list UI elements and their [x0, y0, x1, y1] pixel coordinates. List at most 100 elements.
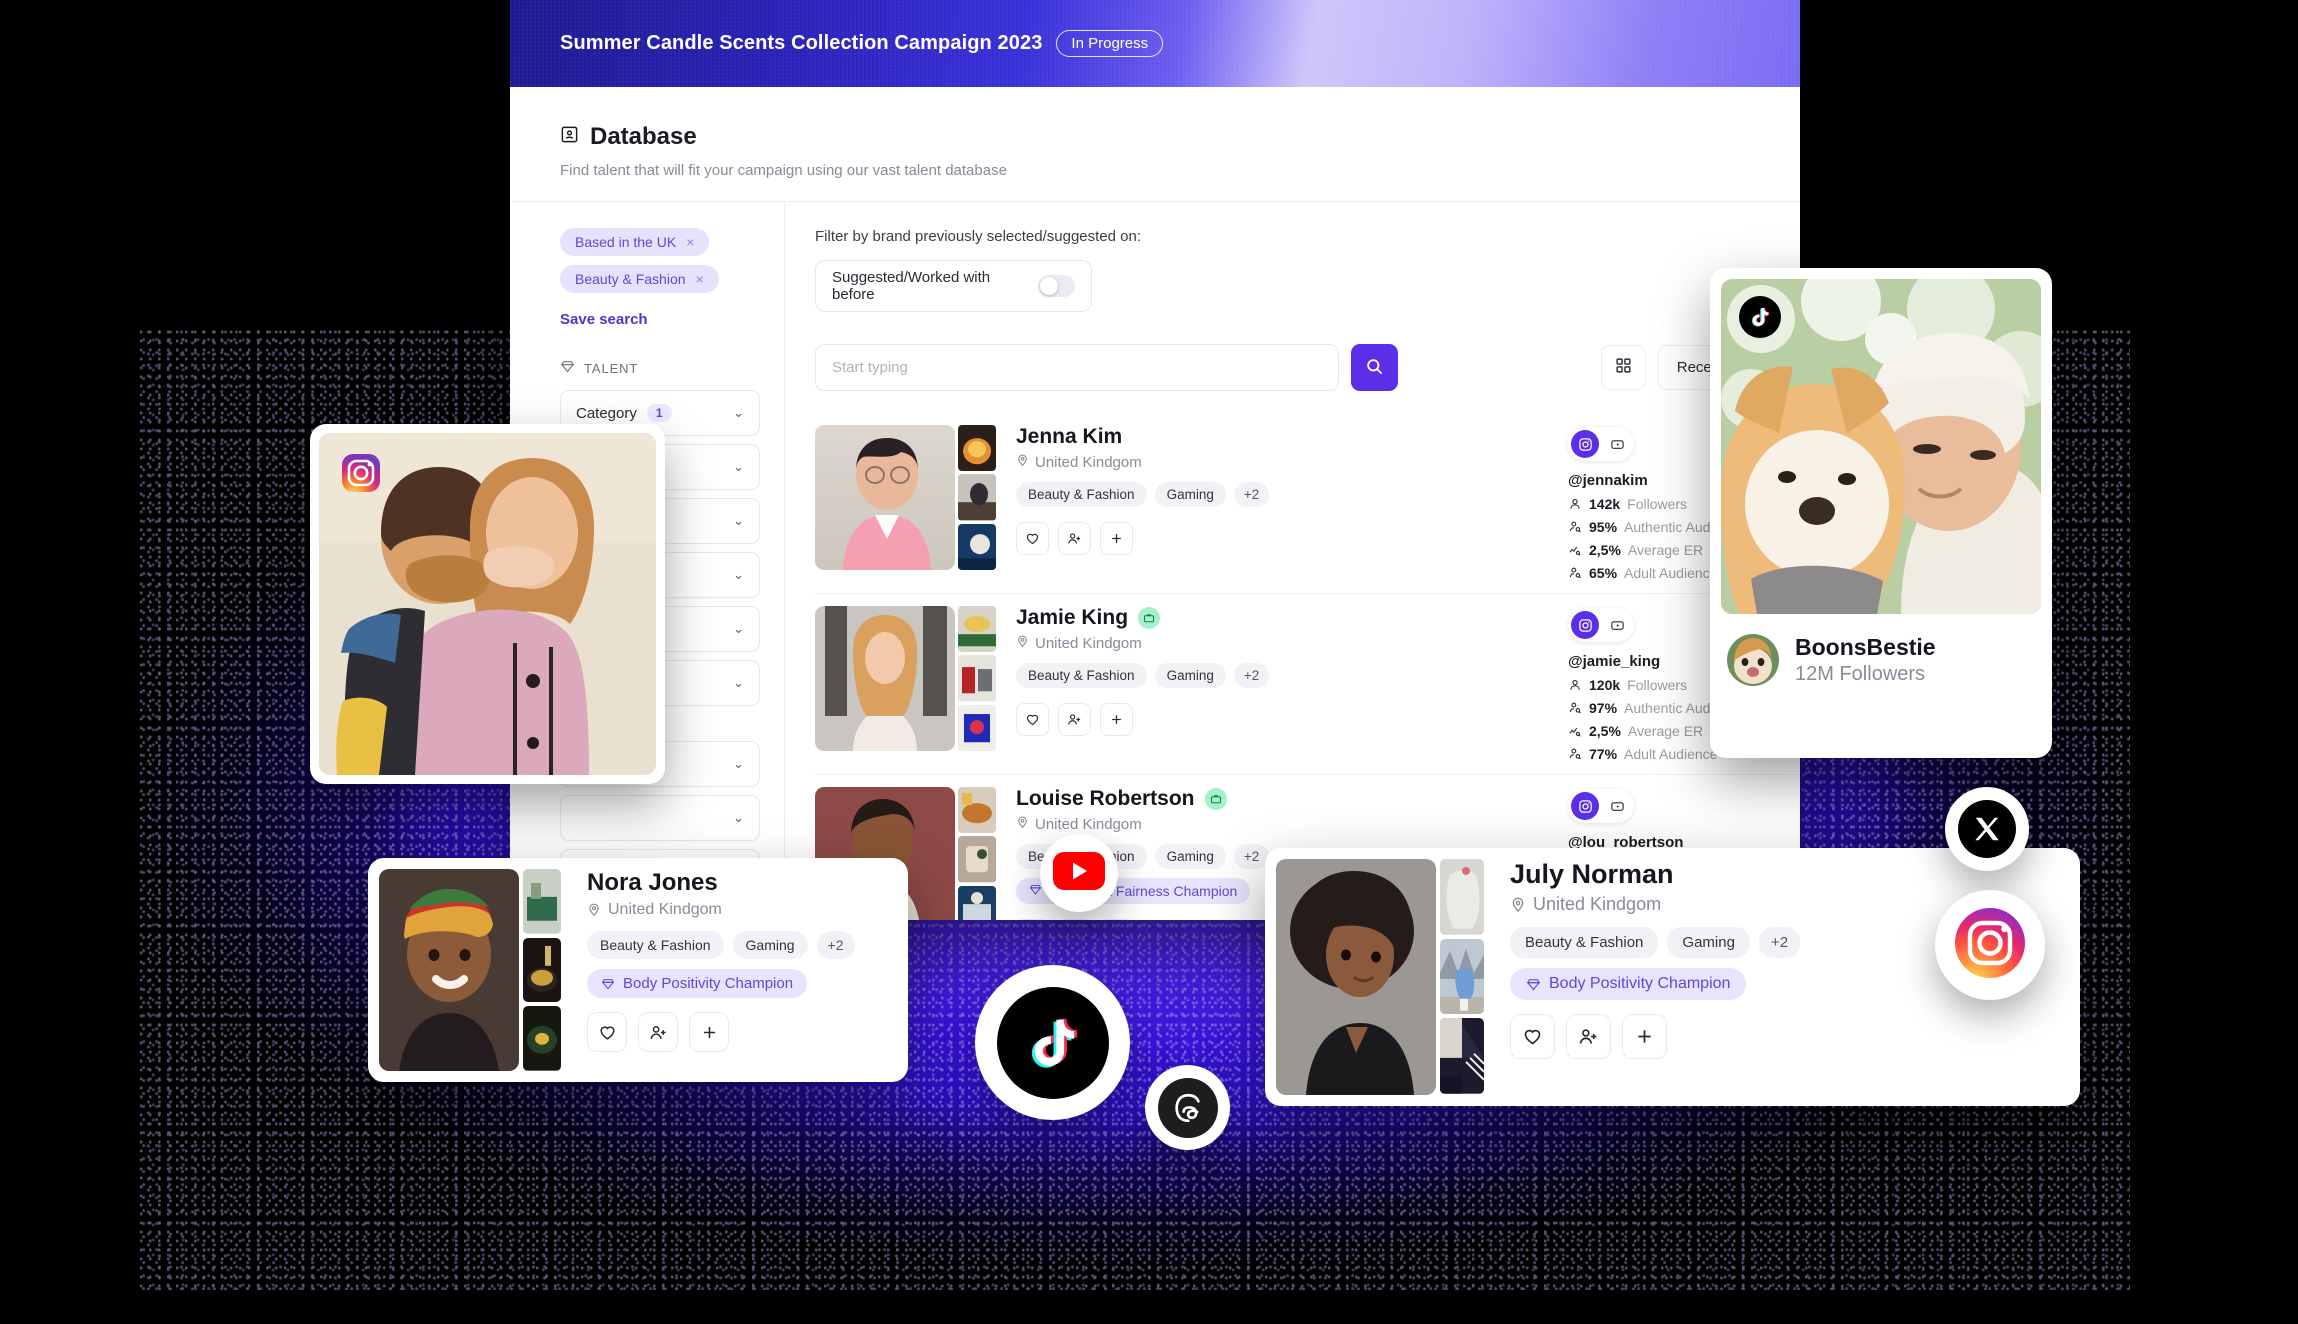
- talent-card[interactable]: Jenna Kim United Kindgom Beauty & Fashio…: [815, 413, 1800, 594]
- talent-tag: Gaming: [1154, 482, 1226, 507]
- add-button[interactable]: [1622, 1014, 1667, 1059]
- talent-actions: [1510, 1014, 2069, 1059]
- database-section: Database Find talent that will fit your …: [510, 87, 1800, 202]
- talent-section-header: TALENT: [560, 359, 760, 377]
- favorite-button[interactable]: [1510, 1014, 1555, 1059]
- add-button[interactable]: [1100, 703, 1133, 736]
- x-bubble[interactable]: [1945, 787, 2029, 871]
- talent-section-label: TALENT: [584, 360, 639, 376]
- instagram-icon[interactable]: [1571, 792, 1599, 820]
- talent-tag: Gaming: [732, 931, 808, 959]
- filter-chip-label: Beauty & Fashion: [575, 271, 686, 287]
- search-row: Recently added: [815, 344, 1800, 391]
- youtube-icon[interactable]: [1603, 792, 1631, 820]
- talent-card[interactable]: Jamie King United Kindgom Beauty & Fashi…: [815, 594, 1800, 775]
- tiktok-bubble[interactable]: [975, 965, 1130, 1120]
- thumbnail: [1440, 1018, 1484, 1095]
- favorite-button[interactable]: [1016, 703, 1049, 736]
- youtube-icon[interactable]: [1603, 611, 1631, 639]
- save-search-link[interactable]: Save search: [560, 311, 760, 328]
- platform-toggle-group[interactable]: [1568, 608, 1634, 642]
- talent-tag-more[interactable]: +2: [1233, 663, 1270, 688]
- instagram-bubble[interactable]: [1935, 890, 2045, 1000]
- search-icon: [1365, 357, 1384, 379]
- suggested-toggle-row[interactable]: Suggested/Worked with before: [815, 260, 1092, 312]
- thumbnail: [1440, 938, 1484, 1015]
- instagram-icon[interactable]: [1571, 611, 1599, 639]
- filter-select[interactable]: ⌄: [560, 795, 760, 841]
- add-to-list-button[interactable]: [638, 1012, 678, 1052]
- talent-thumbnails: [815, 606, 996, 751]
- creator-followers: 12M Followers: [1795, 663, 1926, 685]
- favorite-button[interactable]: [587, 1012, 627, 1052]
- chevron-down-icon: ⌄: [733, 621, 744, 636]
- location-pin-icon: [1512, 897, 1524, 912]
- add-to-list-button[interactable]: [1058, 919, 1091, 920]
- stat-value: 65%: [1589, 565, 1618, 581]
- stat-value: 142k: [1589, 496, 1621, 512]
- thumbnail: [958, 704, 996, 751]
- champion-badge: Body Positivity Champion: [587, 969, 808, 998]
- database-icon: [560, 125, 579, 149]
- talent-tags: Beauty & Fashion Gaming +2: [1016, 482, 1568, 507]
- talent-tags: Beauty & Fashion Gaming +2: [1016, 663, 1568, 688]
- talent-name: Nora Jones: [587, 869, 718, 896]
- talent-mini-thumbnails: [523, 869, 561, 1072]
- diamond-icon: [601, 978, 615, 989]
- filter-chip[interactable]: Beauty & Fashion ×: [560, 265, 719, 293]
- instagram-icon[interactable]: [1571, 430, 1599, 458]
- page-title: Database: [590, 123, 697, 150]
- search-input[interactable]: [815, 344, 1339, 391]
- add-to-list-button[interactable]: [1058, 522, 1091, 555]
- talent-location: United Kindgom: [1016, 816, 1568, 833]
- talent-tag-more[interactable]: +2: [1233, 482, 1270, 507]
- thumbnail: [523, 937, 561, 1003]
- talent-tag-more[interactable]: +2: [1233, 844, 1270, 869]
- favorite-button[interactable]: [1016, 919, 1049, 920]
- floating-talent-card-nora[interactable]: Nora Jones United Kindgom Beauty & Fashi…: [368, 858, 908, 1082]
- talent-tag-more[interactable]: +2: [1758, 927, 1801, 958]
- floating-instagram-post-card[interactable]: [310, 424, 665, 784]
- talent-photo: [815, 425, 955, 570]
- platform-toggle-group[interactable]: [1568, 789, 1634, 823]
- threads-bubble[interactable]: [1145, 1065, 1230, 1150]
- suggested-toggle-switch[interactable]: [1038, 275, 1075, 297]
- diamond-icon: [560, 359, 575, 377]
- youtube-bubble[interactable]: [1040, 834, 1118, 912]
- talent-location: United Kindgom: [1016, 635, 1568, 652]
- thumbnail: [1440, 859, 1484, 935]
- floating-tiktok-creator-card[interactable]: BoonsBestie 12M Followers: [1710, 268, 2052, 758]
- post-photo: [319, 433, 656, 775]
- close-icon[interactable]: ×: [696, 271, 704, 287]
- chevron-down-icon: ⌄: [733, 567, 744, 582]
- add-button[interactable]: [1100, 522, 1133, 555]
- stat-value: 120k: [1589, 677, 1621, 693]
- talent-tag-more[interactable]: +2: [816, 931, 855, 959]
- platform-toggle-group[interactable]: [1568, 427, 1634, 461]
- thumbnail: [958, 606, 996, 653]
- youtube-icon[interactable]: [1603, 430, 1631, 458]
- talent-tag: Beauty & Fashion: [1016, 482, 1147, 507]
- close-icon[interactable]: ×: [686, 234, 694, 250]
- grid-view-button[interactable]: [1600, 345, 1646, 390]
- talent-location: United Kindgom: [1016, 454, 1568, 471]
- add-to-list-button[interactable]: [1566, 1014, 1611, 1059]
- chevron-down-icon: ⌄: [733, 675, 744, 690]
- add-button[interactable]: [1100, 919, 1133, 920]
- diamond-icon: [1029, 883, 1042, 899]
- verified-briefcase-icon: [1138, 607, 1161, 629]
- search-button[interactable]: [1351, 344, 1398, 391]
- talent-name: Louise Robertson: [1016, 787, 1195, 810]
- thumbnail: [958, 836, 996, 883]
- grid-icon: [1615, 357, 1632, 379]
- talent-mini-thumbnails: [958, 606, 996, 751]
- add-to-list-button[interactable]: [1058, 703, 1091, 736]
- stat-label: Adult Audience: [1624, 746, 1718, 762]
- champion-label: Body Positivity Champion: [623, 975, 794, 992]
- talent-mini-thumbnails: [958, 787, 996, 920]
- add-button[interactable]: [689, 1012, 729, 1052]
- favorite-button[interactable]: [1016, 522, 1049, 555]
- results-panel: Filter by brand previously selected/sugg…: [785, 202, 1800, 920]
- filter-chip[interactable]: Based in the UK ×: [560, 228, 710, 256]
- stat-label: Adult Audience: [1624, 565, 1718, 581]
